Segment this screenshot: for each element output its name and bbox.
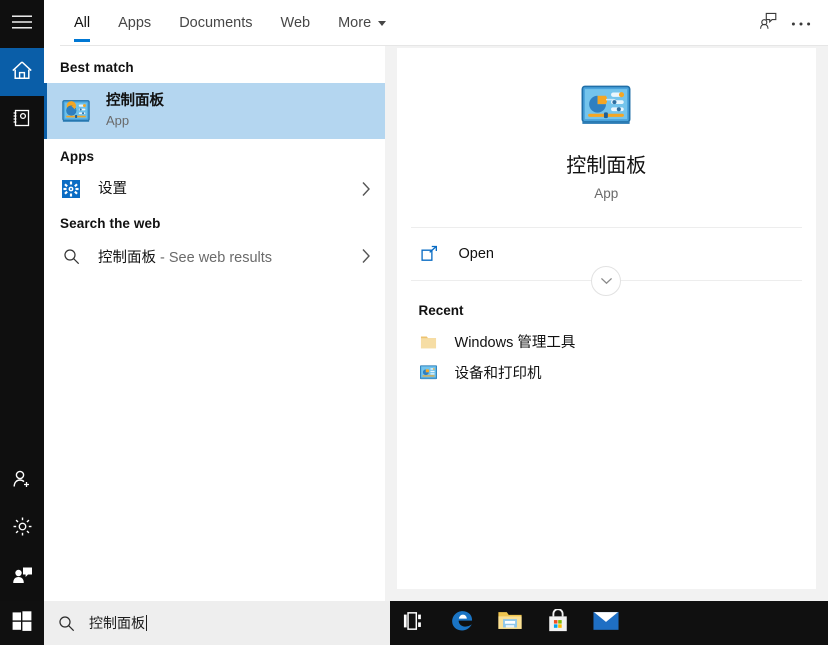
folder-icon [419, 332, 439, 352]
feedback-button[interactable] [750, 6, 784, 40]
store-icon [546, 607, 570, 638]
text-cursor [146, 615, 147, 631]
chevron-down-icon [378, 20, 387, 26]
result-web-suffix: - See web results [156, 249, 273, 266]
result-text: 控制面板 App [106, 92, 164, 129]
mail-icon [593, 611, 619, 636]
preview-hero: 控制面板 App [397, 48, 816, 227]
preview-title: 控制面板 [566, 155, 647, 177]
search-shell: All Apps Documents Web More Best match 控… [44, 0, 828, 601]
control-panel-icon [579, 78, 633, 132]
chevron-down-icon [600, 272, 613, 290]
rail-item-hamburger[interactable] [0, 0, 44, 48]
tab-apps[interactable]: Apps [104, 0, 165, 46]
preview-panel: 控制面板 App Open Recent Windows 管理工具 设备和打印机 [396, 48, 816, 589]
result-title: 控制面板 [106, 93, 164, 110]
search-input-value: 控制面板 [89, 613, 147, 633]
preview-subtitle: App [594, 186, 619, 201]
home-icon [11, 60, 33, 85]
preview-recent-label: 设备和打印机 [454, 366, 542, 382]
result-item-settings[interactable]: 设置 [44, 172, 385, 206]
result-web-query: 控制面板 [98, 249, 156, 266]
hamburger-icon [12, 15, 32, 34]
search-value-text: 控制面板 [89, 615, 145, 631]
windows-logo-icon [12, 610, 32, 636]
result-item-web-search[interactable]: 控制面板 - See web results [44, 239, 385, 273]
control-panel-small-icon [419, 363, 439, 383]
search-flyout-window: All Apps Documents Web More Best match 控… [0, 0, 828, 645]
tab-bar: All Apps Documents Web More [44, 0, 828, 46]
start-button[interactable] [0, 601, 44, 645]
notebook-icon [12, 108, 32, 133]
expand-more-button[interactable] [591, 265, 622, 296]
edge-button[interactable] [438, 601, 486, 645]
tab-all[interactable]: All [60, 0, 104, 46]
feedback-icon [758, 12, 777, 35]
settings-icon [60, 178, 82, 200]
rail-item-home[interactable] [0, 48, 44, 96]
control-panel-icon [60, 95, 92, 127]
edge-icon [449, 608, 475, 639]
microsoft-store-button[interactable] [534, 601, 582, 645]
result-web-text: 控制面板 - See web results [98, 246, 272, 267]
rail-item-settings[interactable] [0, 505, 44, 553]
left-rail [0, 0, 44, 645]
results-list: Best match 控制面板 App Apps 设置 Search the w… [44, 46, 385, 601]
chevron-right-icon[interactable] [361, 248, 371, 264]
result-title: 设置 [98, 180, 127, 197]
ellipsis-icon [791, 14, 811, 32]
section-heading-best-match: Best match [60, 60, 134, 75]
tab-documents-label: Documents [179, 15, 253, 31]
result-item-best-match[interactable]: 控制面板 App [44, 83, 385, 139]
file-explorer-button[interactable] [486, 601, 534, 645]
tab-bar-actions [750, 0, 818, 46]
task-view-icon [403, 611, 425, 635]
section-heading-search-the-web: Search the web [60, 216, 161, 231]
search-icon [58, 615, 75, 632]
feedback-icon [11, 565, 33, 590]
result-subtitle: App [106, 112, 130, 128]
tab-web-label: Web [280, 15, 311, 31]
tab-all-label: All [74, 15, 91, 31]
preview-recent-item-1[interactable]: 设备和打印机 [397, 357, 816, 388]
preview-recent-label: Windows 管理工具 [454, 335, 576, 351]
preview-expand-divider [410, 265, 802, 296]
tab-documents[interactable]: Documents [165, 0, 266, 46]
rail-item-notebook[interactable] [0, 96, 44, 144]
person-add-icon [11, 469, 33, 494]
content-area: Best match 控制面板 App Apps 设置 Search the w… [44, 46, 828, 601]
task-view-button[interactable] [390, 601, 438, 645]
section-heading-apps: Apps [60, 149, 95, 164]
tab-web[interactable]: Web [267, 0, 325, 46]
tab-apps-label: Apps [118, 15, 152, 31]
open-external-icon [419, 243, 441, 265]
preview-recent-item-0[interactable]: Windows 管理工具 [397, 326, 816, 357]
preview-action-label: Open [458, 246, 494, 262]
rail-item-account[interactable] [0, 457, 44, 505]
chevron-right-icon[interactable] [361, 181, 371, 197]
gear-icon [12, 516, 33, 542]
taskbar: 控制面板 [0, 601, 828, 645]
tab-more[interactable]: More [324, 0, 400, 46]
rail-item-feedback[interactable] [0, 553, 44, 601]
taskbar-tray [390, 601, 630, 645]
search-icon [60, 245, 82, 267]
more-options-button[interactable] [784, 6, 818, 40]
tab-more-label: More [338, 15, 372, 31]
panel-gutter [384, 46, 397, 601]
folder-icon [497, 609, 523, 637]
mail-button[interactable] [582, 601, 630, 645]
search-input[interactable]: 控制面板 [44, 601, 390, 645]
